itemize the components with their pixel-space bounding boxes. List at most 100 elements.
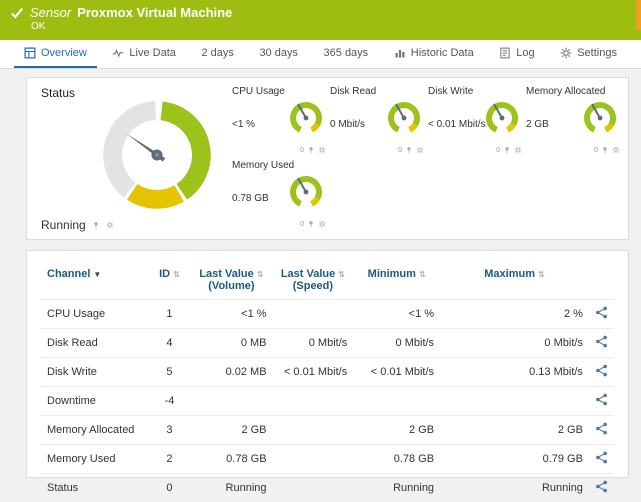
column-header-label: Channel: [47, 268, 90, 280]
gear-icon[interactable]: [514, 146, 522, 154]
channel-settings-cell: [589, 474, 614, 502]
gear-icon[interactable]: [318, 220, 326, 228]
channel-settings-icon[interactable]: [595, 393, 608, 406]
channel-minimum: <1 %: [353, 300, 440, 329]
table-row[interactable]: CPU Usage 1 <1 % <1 % 2 %: [41, 300, 614, 329]
channel-id: 5: [149, 358, 191, 387]
channel-name[interactable]: Disk Read: [41, 329, 149, 358]
table-row[interactable]: Disk Read 4 0 MB 0 Mbit/s 0 Mbit/s 0 Mbi…: [41, 329, 614, 358]
sort-arrows-icon: ⇅: [257, 270, 264, 279]
gauge-label: Memory Used: [232, 160, 330, 171]
tab-settings[interactable]: Settings: [550, 40, 627, 68]
column-header[interactable]: ID⇅: [149, 265, 191, 300]
sensor-status-badge: OK: [31, 21, 631, 32]
pin-icon[interactable]: [92, 221, 100, 229]
channel-settings-cell: [589, 416, 614, 445]
channel-last-value-speed: [273, 445, 354, 474]
content-area: Status Running CPU Usage <1 %: [0, 69, 641, 478]
channel-settings-icon[interactable]: [595, 422, 608, 435]
sensor-title: Proxmox Virtual Machine: [77, 5, 232, 20]
table-row[interactable]: Memory Used 2 0.78 GB 0.78 GB 0.79 GB: [41, 445, 614, 474]
column-header-sublabel: (Speed): [279, 280, 348, 292]
tab-overview[interactable]: Overview: [14, 40, 97, 68]
channel-settings-icon[interactable]: [595, 306, 608, 319]
channel-id: 0: [149, 474, 191, 502]
tab-live-data[interactable]: Live Data: [102, 40, 185, 68]
channel-maximum: 0.79 GB: [440, 445, 589, 474]
pin-icon[interactable]: [503, 146, 511, 154]
tab-label: Log: [516, 47, 534, 59]
gauge-value: < 0.01 Mbit/s: [428, 119, 486, 130]
gauge-dial: [288, 174, 324, 210]
mini-gauge: Disk Read 0 Mbit/s 0: [330, 86, 428, 156]
channel-maximum: 2 GB: [440, 416, 589, 445]
channel-last-value-volume: 0.78 GB: [190, 445, 272, 474]
pin-icon[interactable]: [307, 146, 315, 154]
channel-settings-icon[interactable]: [595, 335, 608, 348]
gear-icon[interactable]: [416, 146, 424, 154]
channel-minimum: [353, 387, 440, 416]
channel-minimum: 0 Mbit/s: [353, 329, 440, 358]
channel-name[interactable]: Memory Used: [41, 445, 149, 474]
channel-settings-icon[interactable]: [595, 364, 608, 377]
channel-settings-cell: [589, 300, 614, 329]
pin-icon[interactable]: [307, 220, 315, 228]
channel-settings-cell: [589, 358, 614, 387]
channel-name[interactable]: Downtime: [41, 387, 149, 416]
channel-id: -4: [149, 387, 191, 416]
gear-icon[interactable]: [318, 146, 326, 154]
channel-name[interactable]: Status: [41, 474, 149, 502]
tab-log[interactable]: Log: [489, 40, 544, 68]
mini-gauge: CPU Usage <1 % 0: [232, 86, 330, 156]
gear-icon[interactable]: [612, 146, 620, 154]
status-reading: Running: [41, 218, 114, 232]
tab-2-days[interactable]: 2 days: [191, 40, 243, 68]
tab-label: Live Data: [129, 47, 175, 59]
channel-name[interactable]: Disk Write: [41, 358, 149, 387]
gauge-scale-min: 0: [594, 147, 598, 154]
gauge-scale-min: 0: [300, 147, 304, 154]
channel-minimum: < 0.01 Mbit/s: [353, 358, 440, 387]
column-header[interactable]: Last Value⇅ (Speed): [273, 265, 354, 300]
channel-minimum: Running: [353, 474, 440, 502]
gauge-label: Disk Write: [428, 86, 526, 97]
column-header[interactable]: Maximum⇅: [440, 265, 589, 300]
status-value: Running: [41, 218, 86, 232]
gauge-scale-min: 0: [300, 221, 304, 228]
channel-table: Channel▼ ID⇅ Last Value⇅ (Volume) Last V…: [41, 265, 614, 502]
channel-name[interactable]: Memory Allocated: [41, 416, 149, 445]
tab-30-days[interactable]: 30 days: [249, 40, 308, 68]
log-icon: [499, 47, 511, 59]
pin-icon[interactable]: [601, 146, 609, 154]
table-row[interactable]: Status 0 Running Running Running: [41, 474, 614, 502]
overview-icon: [24, 47, 36, 59]
gear-icon[interactable]: [106, 221, 114, 229]
tab-historic-data[interactable]: Historic Data: [384, 40, 484, 68]
channel-minimum: 2 GB: [353, 416, 440, 445]
gauge-scale-min: 0: [496, 147, 500, 154]
gauge-dial: [288, 100, 324, 136]
gauge-dial: [484, 100, 520, 136]
sensor-tabbar: Overview Live Data 2 days 30 days 365 da…: [0, 40, 641, 69]
table-row[interactable]: Disk Write 5 0.02 MB < 0.01 Mbit/s < 0.0…: [41, 358, 614, 387]
gauge-meta: 0: [496, 146, 522, 154]
channel-settings-cell: [589, 445, 614, 474]
channel-last-value-speed: [273, 387, 354, 416]
table-row[interactable]: Memory Allocated 3 2 GB 2 GB 2 GB: [41, 416, 614, 445]
table-row[interactable]: Downtime -4: [41, 387, 614, 416]
sort-arrows-icon: ▼: [93, 270, 101, 279]
pin-icon[interactable]: [405, 146, 413, 154]
column-header[interactable]: Minimum⇅: [353, 265, 440, 300]
column-header[interactable]: Last Value⇅ (Volume): [190, 265, 272, 300]
channel-settings-icon[interactable]: [595, 451, 608, 464]
status-gauge: [93, 91, 221, 219]
sort-arrows-icon: ⇅: [419, 270, 426, 279]
channel-id: 4: [149, 329, 191, 358]
column-header-label: ID: [159, 268, 170, 280]
gauge-value: 0 Mbit/s: [330, 119, 365, 130]
channel-name[interactable]: CPU Usage: [41, 300, 149, 329]
channel-maximum: 0 Mbit/s: [440, 329, 589, 358]
channel-settings-icon[interactable]: [595, 480, 608, 493]
column-header[interactable]: Channel▼: [41, 265, 149, 300]
tab-365-days[interactable]: 365 days: [314, 40, 379, 68]
